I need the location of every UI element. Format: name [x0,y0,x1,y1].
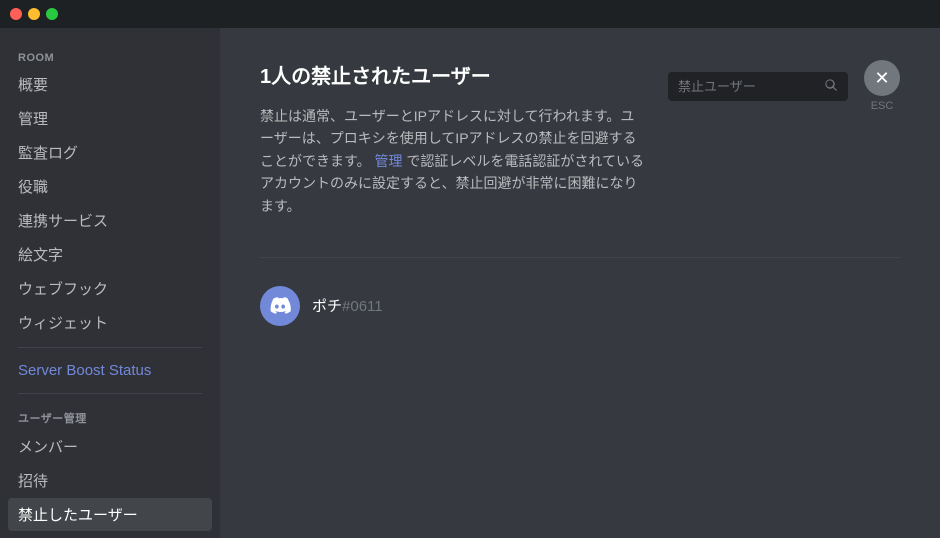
top-row: 1人の禁止されたユーザー 禁止は通常、ユーザーとIPアドレスに対して行われます。… [260,60,900,237]
sidebar-item-label: 連携サービス [18,210,108,231]
main-content: 1人の禁止されたユーザー 禁止は通常、ユーザーとIPアドレスに対して行われます。… [220,28,940,538]
sidebar-item-label: 役職 [18,176,48,197]
sidebar-item-label: ウィジェット [18,312,108,333]
search-icon [824,78,838,95]
sidebar-item-label: 招待 [18,470,48,491]
close-icon: ✕ [874,68,889,89]
search-bar[interactable] [668,72,848,101]
close-traffic-light[interactable] [10,8,22,20]
sidebar-item-label: 概要 [18,74,48,95]
header-right: ✕ ESC [668,60,900,112]
sidebar-divider-1 [18,347,202,348]
sidebar-item-members[interactable]: メンバー [8,430,212,463]
close-button[interactable]: ✕ [864,60,900,96]
maximize-traffic-light[interactable] [46,8,58,20]
room-section-label: ROOM [8,44,212,68]
description: 禁止は通常、ユーザーとIPアドレスに対して行われます。ユーザーは、プロキシを使用… [260,105,644,217]
sidebar-item-integrations[interactable]: 連携サービス [8,204,212,237]
traffic-lights [10,8,58,20]
sidebar-item-label: ウェブフック [18,278,108,299]
description-link[interactable]: 管理 [375,153,403,169]
sidebar-item-overview[interactable]: 概要 [8,68,212,101]
minimize-traffic-light[interactable] [28,8,40,20]
sidebar-item-audit-log[interactable]: 監査ログ [8,136,212,169]
server-boost-label: Server Boost Status [18,362,151,379]
discord-logo-icon [268,294,292,318]
sidebar-item-widget[interactable]: ウィジェット [8,306,212,339]
user-display-name: ポチ [312,298,342,315]
search-input[interactable] [678,79,818,94]
banned-users-list: ポチ#0611 [260,278,900,334]
search-close-row: ✕ ESC [668,60,900,112]
sidebar-item-roles[interactable]: 役職 [8,170,212,203]
sidebar-item-invites[interactable]: 招待 [8,464,212,497]
sidebar-item-label: 絵文字 [18,244,63,265]
sidebar: ROOM 概要 管理 監査ログ 役職 連携サービス 絵文字 ウェブフック ウィジ… [0,28,220,538]
title-bar [0,0,940,28]
sidebar-item-label: 管理 [18,108,48,129]
avatar [260,286,300,326]
sidebar-item-management[interactable]: 管理 [8,102,212,135]
table-row: ポチ#0611 [260,278,900,334]
user-discriminator: #0611 [342,298,383,315]
page-title: 1人の禁止されたユーザー [260,60,644,89]
sidebar-item-emoji[interactable]: 絵文字 [8,238,212,271]
app-body: ROOM 概要 管理 監査ログ 役職 連携サービス 絵文字 ウェブフック ウィジ… [0,28,940,538]
close-area: ✕ ESC [864,60,900,112]
sidebar-item-webhooks[interactable]: ウェブフック [8,272,212,305]
user-management-section-label: ユーザー管理 [8,402,212,430]
sidebar-item-label: 禁止したユーザー [18,504,138,525]
esc-label: ESC [871,100,894,112]
sidebar-item-server-boost[interactable]: Server Boost Status [8,356,212,385]
sidebar-divider-2 [18,393,202,394]
user-name: ポチ#0611 [312,295,383,316]
title-area: 1人の禁止されたユーザー 禁止は通常、ユーザーとIPアドレスに対して行われます。… [260,60,644,237]
sidebar-item-label: 監査ログ [18,142,78,163]
content-divider [260,257,900,258]
sidebar-item-label: メンバー [18,436,78,457]
sidebar-item-banned-users[interactable]: 禁止したユーザー [8,498,212,531]
